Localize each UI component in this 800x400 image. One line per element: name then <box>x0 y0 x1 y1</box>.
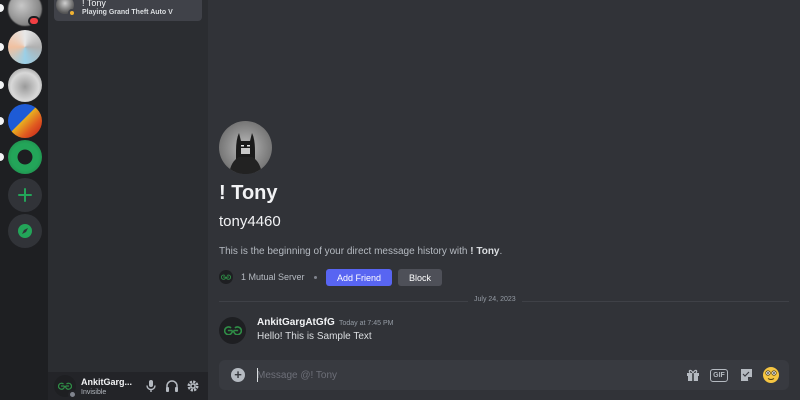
chat-area: ! Tony tony4460 This is the beginning of… <box>208 0 800 400</box>
compass-icon <box>18 224 32 238</box>
message-timestamp: Today at 7:45 PM <box>339 320 394 327</box>
avatar[interactable] <box>219 317 246 344</box>
attach-button[interactable]: + <box>231 368 245 382</box>
server-icon[interactable] <box>8 30 42 64</box>
mention-badge <box>28 16 40 26</box>
explore-servers-button[interactable] <box>8 214 42 248</box>
gear-icon <box>187 380 199 392</box>
server-icon[interactable] <box>8 104 42 138</box>
gift-icon <box>687 369 699 381</box>
gfg-logo-icon <box>223 326 242 335</box>
mutual-servers[interactable]: 1 Mutual Server <box>219 270 305 284</box>
profile-username: tony4460 <box>219 213 281 230</box>
profile-avatar[interactable] <box>219 121 272 174</box>
emoji-icon <box>763 367 779 383</box>
user-status-text: Invisible <box>81 389 107 396</box>
message-author[interactable]: AnkitGargAtGfG <box>257 317 335 328</box>
invisible-status-icon <box>68 390 77 399</box>
sticker-icon <box>740 369 752 381</box>
dm-intro-name: ! Tony <box>470 246 500 257</box>
idle-status-icon <box>68 9 76 17</box>
microphone-icon <box>146 380 156 392</box>
emoji-button[interactable] <box>762 367 780 383</box>
dm-activity: Playing Grand Theft Auto V <box>82 9 173 16</box>
unread-pill <box>0 153 4 161</box>
dm-name: ! Tony <box>82 0 106 8</box>
deafen-button[interactable] <box>165 379 179 393</box>
gif-icon: GIF <box>710 368 728 382</box>
text-cursor <box>257 368 258 382</box>
profile-display-name: ! Tony <box>219 182 278 204</box>
gfg-logo-icon <box>221 274 231 280</box>
gif-button[interactable]: GIF <box>710 367 728 383</box>
server-avatar <box>219 270 233 284</box>
dm-intro-suffix: . <box>499 246 503 257</box>
gfg-logo-icon <box>58 382 72 390</box>
server-icon[interactable] <box>8 140 42 174</box>
unread-pill <box>0 4 4 12</box>
server-icon[interactable] <box>8 68 42 102</box>
message-composer: + GIF <box>219 360 789 390</box>
batman-avatar-icon <box>229 133 262 174</box>
mute-button[interactable] <box>144 379 158 393</box>
add-friend-button[interactable]: Add Friend <box>326 269 392 286</box>
sticker-button[interactable] <box>738 367 754 383</box>
dm-intro-prefix: This is the beginning of your direct mes… <box>219 246 471 257</box>
separator-dot <box>314 276 317 279</box>
unread-pill <box>0 81 4 89</box>
unread-pill <box>0 117 4 125</box>
user-name: AnkitGarg... <box>81 377 133 387</box>
user-settings-button[interactable] <box>186 379 200 393</box>
plus-icon <box>18 188 32 202</box>
add-server-button[interactable] <box>8 178 42 212</box>
direct-messages-list: ! Tony Playing Grand Theft Auto V <box>48 0 208 400</box>
block-button[interactable]: Block <box>398 269 442 286</box>
headphones-icon <box>166 380 178 392</box>
user-panel: AnkitGarg... Invisible <box>48 372 208 400</box>
message-text: Hello! This is Sample Text <box>257 331 372 342</box>
message-input[interactable] <box>257 367 677 383</box>
unread-pill <box>0 43 4 51</box>
gift-button[interactable] <box>685 367 701 383</box>
server-rail <box>0 0 48 400</box>
mutual-servers-label: 1 Mutual Server <box>241 272 305 282</box>
dm-intro-text: This is the beginning of your direct mes… <box>219 246 502 257</box>
date-divider-label: July 24, 2023 <box>468 296 522 303</box>
